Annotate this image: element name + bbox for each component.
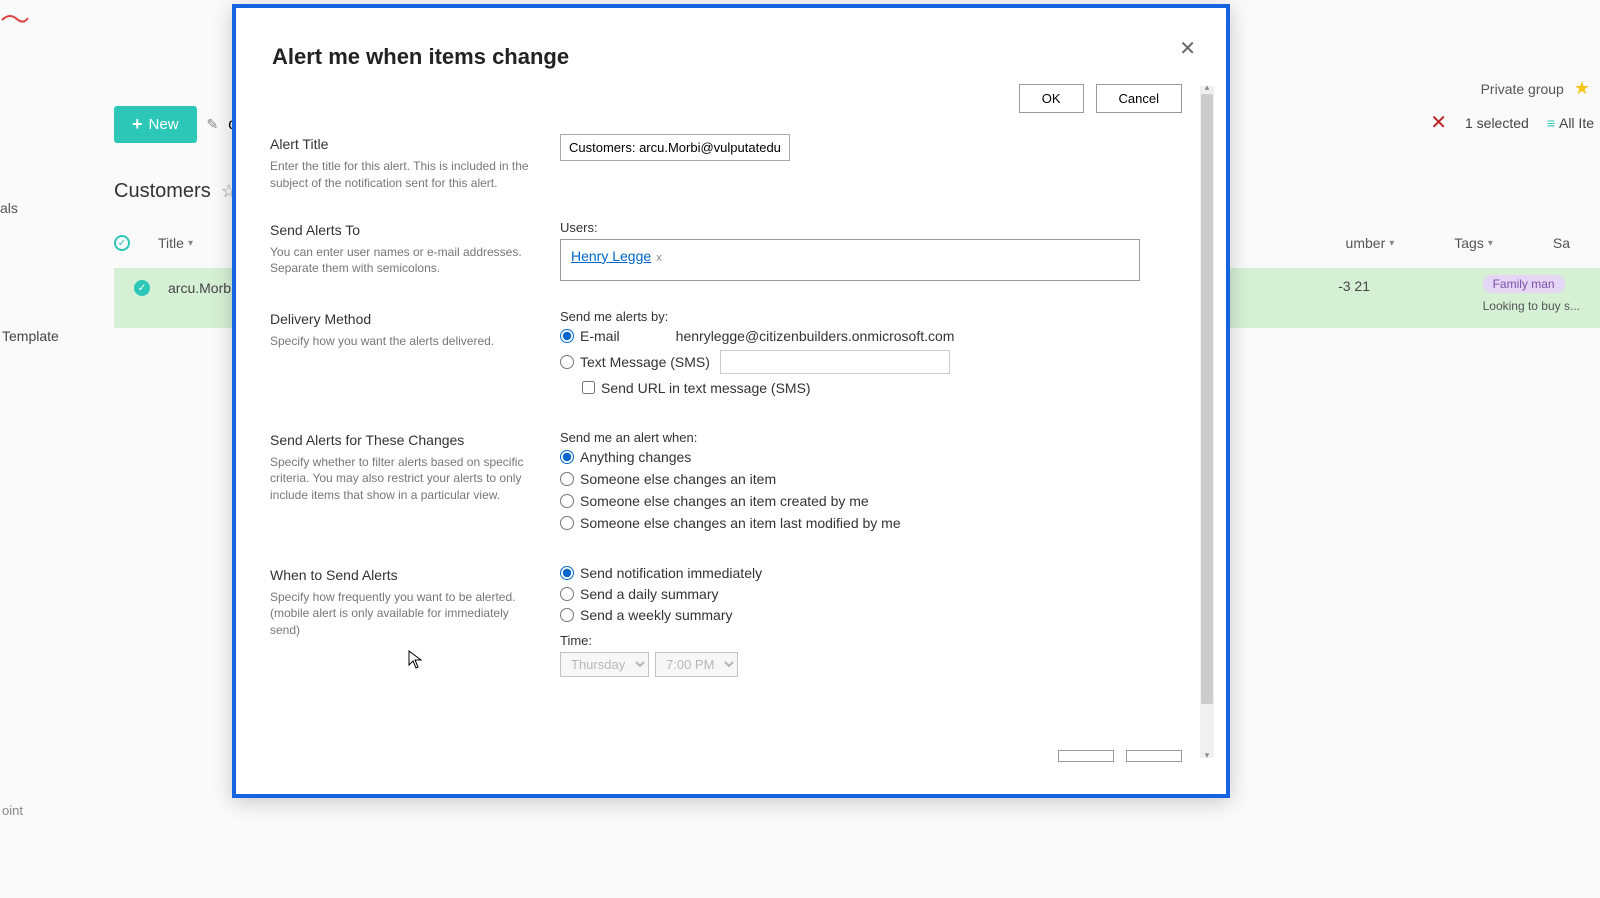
immediately-label: Send notification immediately <box>580 565 762 581</box>
alert-modal: Alert me when items change ✕ ▴ ▾ OK Canc… <box>232 4 1230 798</box>
time-label: Time: <box>560 633 1180 648</box>
mouse-cursor-icon <box>408 650 424 675</box>
row-number-value: -3 21 <box>1338 278 1370 294</box>
view-selector[interactable]: ≡ All Ite <box>1547 115 1594 131</box>
ok-button[interactable]: OK <box>1019 84 1084 113</box>
frequency-label: When to Send Alerts <box>270 567 540 583</box>
alert-title-input[interactable] <box>560 134 790 161</box>
chevron-down-icon: ▾ <box>1389 238 1394 249</box>
immediately-radio[interactable] <box>560 566 574 580</box>
delivery-desc: Specify how you want the alerts delivere… <box>270 333 540 350</box>
app-logo <box>0 10 30 30</box>
send-to-desc: You can enter user names or e-mail addre… <box>270 244 540 278</box>
nav-item-partial: als <box>0 200 18 216</box>
chevron-down-icon: ▾ <box>1488 238 1493 249</box>
close-button[interactable]: ✕ <box>1179 36 1196 61</box>
plus-icon: + <box>132 114 143 135</box>
email-option-label: E-mail <box>580 328 620 344</box>
star-icon[interactable]: ★ <box>1574 78 1590 99</box>
ok-button-bottom[interactable] <box>1058 750 1114 762</box>
created-by-me-label: Someone else changes an item created by … <box>580 493 869 509</box>
column-tags[interactable]: Tags ▾ <box>1454 235 1493 251</box>
private-group-label: Private group <box>1481 81 1564 97</box>
cancel-button-bottom[interactable] <box>1126 750 1182 762</box>
users-label: Users: <box>560 220 1180 235</box>
column-number[interactable]: umber ▾ <box>1346 235 1395 251</box>
daily-label: Send a daily summary <box>580 586 719 602</box>
edit-icon[interactable]: ✎ <box>207 116 219 133</box>
alert-title-desc: Enter the title for this alert. This is … <box>270 158 540 192</box>
chevron-down-icon: ▾ <box>188 238 193 249</box>
nav-item-template[interactable]: Template <box>2 328 59 344</box>
send-by-label: Send me alerts by: <box>560 309 1180 324</box>
cancel-button[interactable]: Cancel <box>1096 84 1182 113</box>
modified-by-me-radio[interactable] <box>560 516 574 530</box>
delivery-label: Delivery Method <box>270 311 540 327</box>
scroll-thumb[interactable] <box>1201 94 1213 704</box>
sms-number-input[interactable] <box>720 350 950 374</box>
email-address: henrylegge@citizenbuilders.onmicrosoft.c… <box>676 328 955 344</box>
footer-text: oint <box>2 803 23 818</box>
email-radio[interactable] <box>560 329 574 343</box>
anything-changes-radio[interactable] <box>560 450 574 464</box>
url-sms-checkbox[interactable] <box>582 381 595 394</box>
frequency-desc: Specify how frequently you want to be al… <box>270 589 540 639</box>
url-sms-label: Send URL in text message (SMS) <box>601 380 811 396</box>
scrollbar[interactable]: ▴ ▾ <box>1200 86 1214 758</box>
tag-pill: Family man <box>1483 275 1565 293</box>
alert-title-label: Alert Title <box>270 136 540 152</box>
scroll-down-icon[interactable]: ▾ <box>1200 750 1214 762</box>
changes-label: Send Alerts for These Changes <box>270 432 540 448</box>
remove-user-icon[interactable]: x <box>653 252 662 264</box>
sms-option-label: Text Message (SMS) <box>580 354 710 370</box>
anything-changes-label: Anything changes <box>580 449 691 465</box>
new-button-label: New <box>149 116 179 133</box>
users-input[interactable]: Henry Legge x <box>560 239 1140 281</box>
user-token[interactable]: Henry Legge <box>571 248 651 264</box>
list-icon: ≡ <box>1547 115 1555 131</box>
modal-title: Alert me when items change <box>272 44 569 70</box>
select-all-checkbox[interactable]: ✓ <box>114 235 130 251</box>
column-sa[interactable]: Sa <box>1553 235 1570 251</box>
day-select[interactable]: Thursday <box>560 652 649 677</box>
daily-radio[interactable] <box>560 587 574 601</box>
changes-desc: Specify whether to filter alerts based o… <box>270 454 540 504</box>
weekly-label: Send a weekly summary <box>580 607 733 623</box>
send-to-label: Send Alerts To <box>270 222 540 238</box>
row-checkbox[interactable]: ✓ <box>134 280 150 296</box>
list-title: Customers <box>114 180 211 203</box>
weekly-radio[interactable] <box>560 608 574 622</box>
column-title[interactable]: Title ▾ <box>158 235 193 251</box>
selection-count: 1 selected <box>1465 115 1529 131</box>
new-button[interactable]: + New <box>114 106 197 143</box>
alert-when-label: Send me an alert when: <box>560 430 1180 445</box>
modified-by-me-label: Someone else changes an item last modifi… <box>580 515 901 531</box>
clear-selection-icon[interactable]: ✕ <box>1430 110 1447 135</box>
sms-radio[interactable] <box>560 355 574 369</box>
someone-else-label: Someone else changes an item <box>580 471 776 487</box>
time-select[interactable]: 7:00 PM <box>655 652 738 677</box>
someone-else-radio[interactable] <box>560 472 574 486</box>
tag-text: Looking to buy s... <box>1483 299 1580 313</box>
scroll-up-icon[interactable]: ▴ <box>1200 82 1214 94</box>
created-by-me-radio[interactable] <box>560 494 574 508</box>
